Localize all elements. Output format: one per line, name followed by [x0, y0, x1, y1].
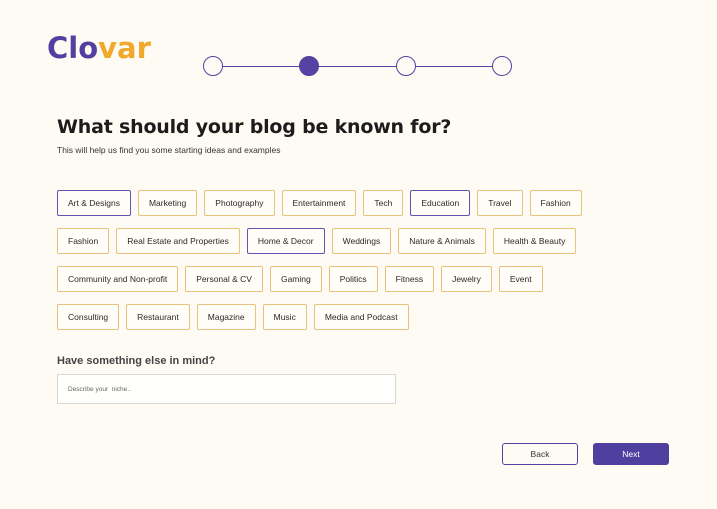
step-3[interactable] [396, 56, 416, 76]
logo-part-2: var [98, 31, 151, 65]
chip-row: Community and Non-profit Personal & CV G… [57, 266, 657, 292]
category-chip[interactable]: Nature & Animals [398, 228, 486, 254]
page-title: What should your blog be known for? [57, 116, 452, 138]
category-chips: Art & Designs Marketing Photography Ente… [57, 190, 657, 342]
progress-stepper [203, 56, 513, 78]
back-button[interactable]: Back [502, 443, 578, 465]
category-chip[interactable]: Health & Beauty [492, 228, 577, 254]
step-4[interactable] [492, 56, 512, 76]
chip-row: Consulting Restaurant Magazine Music Med… [57, 304, 657, 330]
chip-row: Art & Designs Marketing Photography Ente… [57, 190, 657, 216]
category-chip[interactable]: Media and Podcast [313, 304, 409, 330]
custom-niche-label: Have something else in mind? [57, 355, 216, 367]
category-chip[interactable]: Personal & CV [185, 266, 263, 292]
category-chip[interactable]: Entertainment [281, 190, 357, 216]
category-chip[interactable]: Jewelry [441, 266, 492, 292]
category-chip[interactable]: Fitness [384, 266, 435, 292]
page-subtitle: This will help us find you some starting… [57, 145, 281, 155]
category-chip[interactable]: Community and Non-profit [57, 266, 179, 292]
chip-row: Fashion Real Estate and Properties Home … [57, 228, 657, 254]
category-chip[interactable]: Weddings [331, 228, 392, 254]
category-chip[interactable]: Fashion [529, 190, 582, 216]
logo-part-1: Clo [47, 31, 99, 65]
next-button[interactable]: Next [593, 443, 669, 465]
logo: Clovar [47, 30, 151, 66]
category-chip[interactable]: Magazine [196, 304, 256, 330]
category-chip[interactable]: Education [410, 190, 471, 216]
step-1[interactable] [203, 56, 223, 76]
category-chip[interactable]: Photography [204, 190, 275, 216]
category-chip[interactable]: Event [498, 266, 543, 292]
category-chip[interactable]: Music [262, 304, 307, 330]
category-chip[interactable]: Travel [477, 190, 523, 216]
category-chip[interactable]: Real Estate and Properties [116, 228, 240, 254]
category-chip[interactable]: Fashion [57, 228, 110, 254]
niche-input[interactable] [57, 374, 396, 404]
category-chip[interactable]: Tech [363, 190, 404, 216]
category-chip[interactable]: Art & Designs [57, 190, 131, 216]
category-chip[interactable]: Marketing [137, 190, 198, 216]
step-2[interactable] [299, 56, 319, 76]
stepper-line [213, 66, 503, 67]
category-chip[interactable]: Politics [328, 266, 378, 292]
category-chip[interactable]: Gaming [269, 266, 322, 292]
category-chip[interactable]: Restaurant [126, 304, 190, 330]
category-chip[interactable]: Home & Decor [246, 228, 325, 254]
category-chip[interactable]: Consulting [57, 304, 120, 330]
